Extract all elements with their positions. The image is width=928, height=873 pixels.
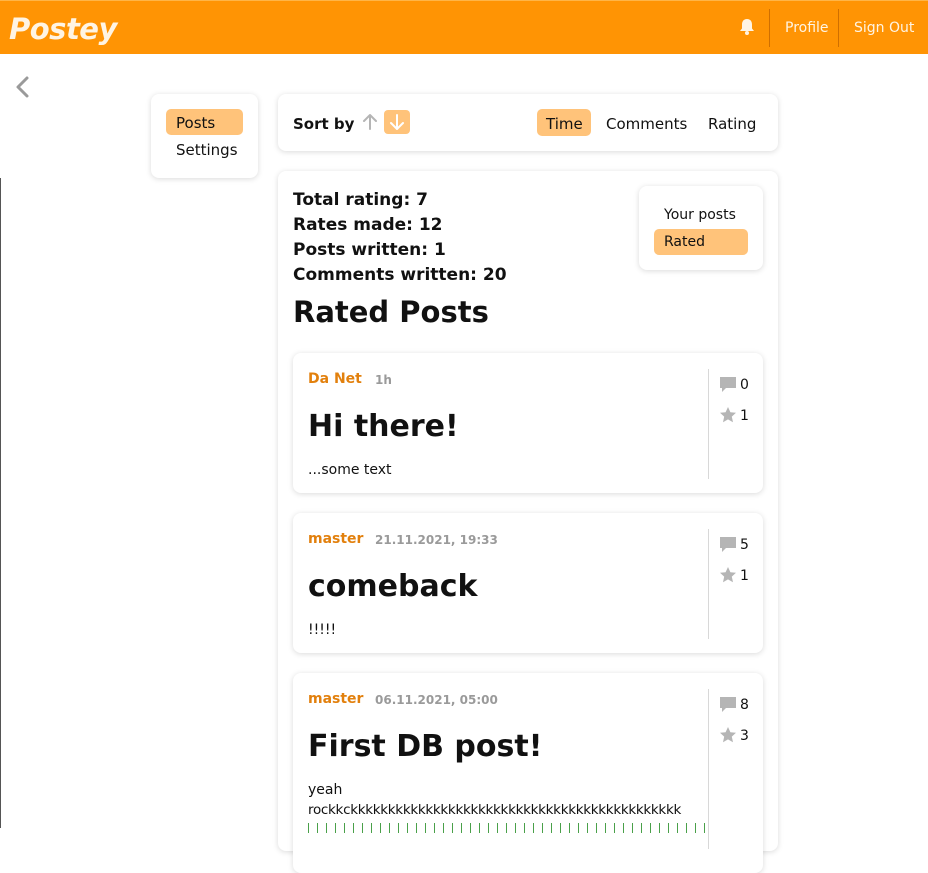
comment-count: 5 (740, 537, 749, 553)
side-nav-posts[interactable]: Posts (176, 114, 215, 132)
star-icon[interactable] (719, 566, 737, 584)
comment-count: 8 (740, 697, 749, 713)
post-author[interactable]: master (308, 691, 363, 707)
post-time: 21.11.2021, 19:33 (375, 533, 498, 547)
post-body: ...some text (308, 462, 392, 478)
sort-descending-button[interactable] (384, 110, 410, 134)
sort-descending-arrow-icon (390, 114, 404, 130)
profile-link[interactable]: Profile (785, 20, 829, 36)
sort-ascending-arrow-icon[interactable] (362, 112, 378, 132)
top-bar: Postey Profile Sign Out (0, 0, 928, 54)
star-icon[interactable] (719, 726, 737, 744)
comment-count: 0 (740, 377, 749, 393)
stat-comments-written: Comments written: 20 (293, 265, 507, 285)
post-card[interactable]: master 06.11.2021, 05:00 First DB post! … (293, 673, 763, 873)
header-divider (769, 9, 770, 47)
sort-label: Sort by (293, 115, 355, 133)
post-title[interactable]: Hi there! (308, 409, 459, 444)
filter-rated[interactable]: Rated (664, 234, 705, 250)
sort-option-time[interactable]: Time (546, 115, 583, 133)
filter-your-posts[interactable]: Your posts (664, 207, 736, 223)
side-nav-settings[interactable]: Settings (176, 141, 238, 159)
sign-out-link[interactable]: Sign Out (854, 20, 914, 36)
stat-total-rating: Total rating: 7 (293, 190, 428, 210)
bell-icon[interactable] (737, 17, 757, 37)
header-divider (838, 9, 839, 47)
post-time: 06.11.2021, 05:00 (375, 693, 498, 707)
rating-count: 1 (740, 568, 749, 584)
post-divider (708, 529, 709, 639)
comment-icon[interactable] (719, 695, 737, 713)
sort-option-rating[interactable]: Rating (708, 115, 756, 133)
side-nav: Posts Settings (151, 94, 258, 178)
rating-count: 1 (740, 408, 749, 424)
comment-icon[interactable] (719, 535, 737, 553)
section-title: Rated Posts (293, 295, 489, 329)
post-title[interactable]: First DB post! (308, 729, 542, 764)
post-author[interactable]: master (308, 531, 363, 547)
post-time: 1h (375, 373, 392, 387)
post-title[interactable]: comeback (308, 569, 477, 604)
app-logo[interactable]: Postey (9, 12, 117, 46)
post-body-overflow (308, 823, 708, 833)
profile-panel: Total rating: 7 Rates made: 12 Posts wri… (278, 171, 778, 873)
post-author[interactable]: Da Net (308, 371, 362, 387)
post-filter: Your posts Rated (639, 186, 763, 270)
stat-posts-written: Posts written: 1 (293, 240, 446, 260)
window-edge (0, 178, 1, 828)
sort-bar: Sort by Time Comments Rating (278, 94, 778, 151)
stat-rates-made: Rates made: 12 (293, 215, 443, 235)
comment-icon[interactable] (719, 375, 737, 393)
post-body-line: yeah (308, 782, 343, 798)
post-divider (708, 689, 709, 849)
post-body-line: rockkckkkkkkkkkkkkkkkkkkkkkkkkkkkkkkkkkk… (308, 802, 681, 818)
back-chevron-icon[interactable] (12, 75, 34, 99)
post-body: yeah rockkckkkkkkkkkkkkkkkkkkkkkkkkkkkkk… (308, 780, 681, 820)
post-card[interactable]: Da Net 1h Hi there! ...some text 0 1 (293, 353, 763, 493)
sort-option-comments[interactable]: Comments (606, 115, 687, 133)
post-card[interactable]: master 21.11.2021, 19:33 comeback !!!!! … (293, 513, 763, 653)
star-icon[interactable] (719, 406, 737, 424)
post-divider (708, 369, 709, 479)
rating-count: 3 (740, 728, 749, 744)
post-body: !!!!! (308, 622, 337, 638)
